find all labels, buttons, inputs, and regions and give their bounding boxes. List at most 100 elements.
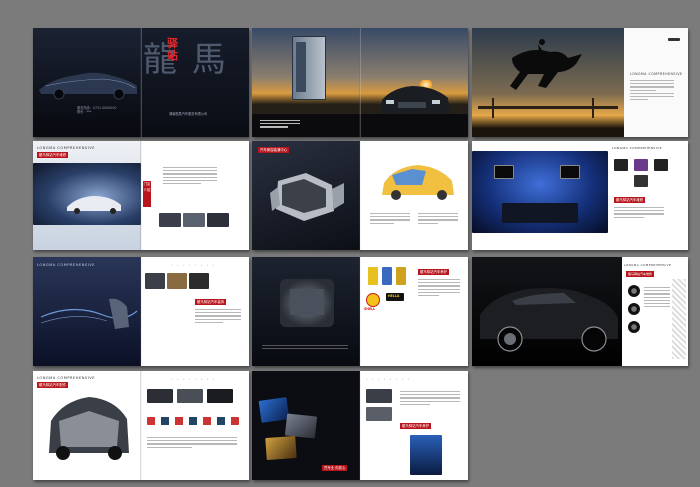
- parts-right-page: • • • • • • • •: [141, 371, 249, 480]
- product-thumb-2: [167, 273, 187, 289]
- header-dots: • • • • • • • •: [366, 377, 411, 381]
- engine-text-lines: [262, 345, 348, 351]
- tire-tread-pattern: [672, 279, 686, 359]
- brochure-spread-service: LONGMA COMPREHENSIVE 龍马驿站汽车维修: [472, 141, 688, 250]
- hella-logo-text: HELLA: [388, 294, 400, 298]
- shell-logo-text: SHELL: [364, 307, 376, 311]
- section-tag: 龍马驿站汽车维修: [626, 271, 655, 277]
- collage-image-1: [258, 397, 290, 423]
- page-fold: [140, 371, 142, 480]
- cover-left-page: 服务热线：0731-0000000 联系：***: [33, 28, 141, 137]
- section-tag: 龍马驿站汽车养护: [418, 269, 450, 275]
- section-tag: 龍马驿站汽车维修: [614, 197, 646, 203]
- brochure-spread-showroom: [252, 28, 468, 137]
- cover-contact-line-2: 联系：***: [77, 110, 92, 115]
- cover-address: 湖南龍馬汽车服务有限公司: [169, 112, 208, 116]
- vertical-side-tag: 门店介绍: [143, 181, 151, 207]
- thumb-interior-2: [183, 213, 205, 227]
- page-fold: [359, 257, 361, 366]
- section-tag: 龍马驿站汽车养护: [400, 423, 432, 429]
- decor-right-page: • • • • • • • • 龍马驿站汽车装饰: [141, 257, 249, 366]
- engine-block: [290, 289, 324, 315]
- cover-red-title: 驿站: [167, 37, 178, 62]
- display-screen-2: [560, 165, 580, 179]
- product-thumb-1: [614, 159, 628, 171]
- oil-bottle-3: [396, 267, 406, 285]
- sedan-silhouette-image: [39, 72, 137, 100]
- slogan-tag: 凭专业 你放心: [322, 465, 348, 471]
- care-right-page: • • • • • • • • 龍马驿站汽车养护: [360, 371, 468, 480]
- page-fold: [140, 141, 142, 250]
- store-intro-text-lines: [163, 167, 217, 186]
- cover-contact-lines: 服务热线：0731-0000000 联系：***: [77, 106, 117, 114]
- store-intro-right-page: 门店介绍: [141, 141, 249, 250]
- care-text-lines: [400, 391, 460, 407]
- open-doors-car-image: [270, 173, 344, 221]
- service-text-lines: [614, 207, 664, 220]
- oil-bottle-2: [382, 267, 392, 285]
- collage-image-3: [265, 435, 297, 461]
- brochure-spread-tires: LONGMA COMPREHENSIVE 龍马驿站汽车维修: [472, 257, 688, 366]
- light-trail-image: [40, 298, 138, 329]
- header-dots: • • • • • • • •: [171, 377, 216, 381]
- decor-left-page: LONGMA COMPREHENSIVE: [33, 257, 141, 366]
- parts-text-lines: [147, 437, 237, 450]
- care-thumb-2: [366, 407, 392, 421]
- showroom-caption-lines: [260, 120, 300, 130]
- shell-logo: [366, 293, 380, 307]
- section-tag: 龍马驿站汽车装饰: [195, 299, 227, 305]
- beauty-left-page: 汽车美容装潢中心: [252, 141, 360, 250]
- brand-heading: LONGMA COMPREHENSIVE: [612, 146, 663, 150]
- brochure-spread-beauty: 汽车美容装潢中心: [252, 141, 468, 250]
- parts-thumb-3: [207, 389, 233, 403]
- collage-image-2: [284, 413, 318, 439]
- service-left-page: [472, 141, 608, 250]
- tires-right-page: LONGMA COMPREHENSIVE 龍马驿站汽车维修: [622, 257, 688, 366]
- horse-rider-silhouette: [478, 39, 618, 118]
- horse-text-page: LONGMA COMPREHENSIVE: [624, 28, 688, 137]
- display-screen-1: [494, 165, 514, 179]
- oil-bottle-1: [368, 267, 378, 285]
- tire-text-lines: [644, 287, 670, 309]
- care-thumb-1: [366, 389, 392, 403]
- tire-3: [628, 321, 640, 333]
- brochure-spread-parts: LONGMA COMPREHENSIVE 龍马驿站汽车配件 • • • • • …: [33, 371, 249, 480]
- store-intro-left-page: LONGMA COMPREHENSIVE 龍马驿站汽车维修: [33, 141, 141, 250]
- parts-thumb-2: [177, 389, 203, 403]
- brochure-spread-decor: LONGMA COMPREHENSIVE • • • • • • • • 龍马驿…: [33, 257, 249, 366]
- thumb-interior-3: [207, 213, 229, 227]
- oil-text-lines: [418, 279, 460, 298]
- product-thumb-3: [189, 273, 209, 289]
- car-cutaway-diagram: [382, 165, 454, 200]
- workshop-image: [410, 435, 442, 475]
- tire-1: [628, 285, 640, 297]
- cover-big-title: 龍 馬: [143, 40, 228, 80]
- product-thumb-3: [654, 159, 668, 171]
- product-thumb-2: [634, 159, 648, 171]
- product-thumb-1: [145, 273, 165, 289]
- brochure-spread-maintenance: SHELL HELLA 龍马驿站汽车养护: [252, 257, 468, 366]
- beauty-text-lines: [370, 213, 410, 226]
- brand-logo-row: [147, 417, 239, 425]
- parts-left-page: LONGMA COMPREHENSIVE 龍马驿站汽车配件: [33, 371, 141, 480]
- parts-thumb-1: [147, 389, 173, 403]
- header-dots: • • • • • • • •: [171, 263, 216, 267]
- open-car-interior-image: [49, 397, 129, 460]
- tires-left-page: [472, 257, 622, 366]
- page-fold: [140, 28, 142, 137]
- white-sedan-image: [67, 196, 121, 214]
- engine-left-page: [252, 257, 360, 366]
- brochure-spread-care: 凭专业 你放心 • • • • • • • • 龍马驿站汽车养护: [252, 371, 468, 480]
- brand-heading: LONGMA COMPREHENSIVE: [624, 263, 672, 267]
- horse-text-lines: [630, 80, 674, 102]
- horse-photo-page: [472, 28, 624, 137]
- oil-products-right-page: SHELL HELLA 龍马驿站汽车养护: [360, 257, 468, 366]
- product-thumb-4: [634, 175, 648, 187]
- page-fold: [359, 28, 361, 137]
- reception-desk: [502, 203, 578, 223]
- beauty-text-lines-2: [418, 213, 458, 226]
- service-right-page: LONGMA COMPREHENSIVE 龍马驿站汽车维修: [608, 141, 688, 250]
- black-sedan-image: [480, 288, 618, 352]
- beauty-right-page: [360, 141, 468, 250]
- cover-right-page: 龍 馬 驿站 湖南龍馬汽车服务有限公司: [141, 28, 249, 137]
